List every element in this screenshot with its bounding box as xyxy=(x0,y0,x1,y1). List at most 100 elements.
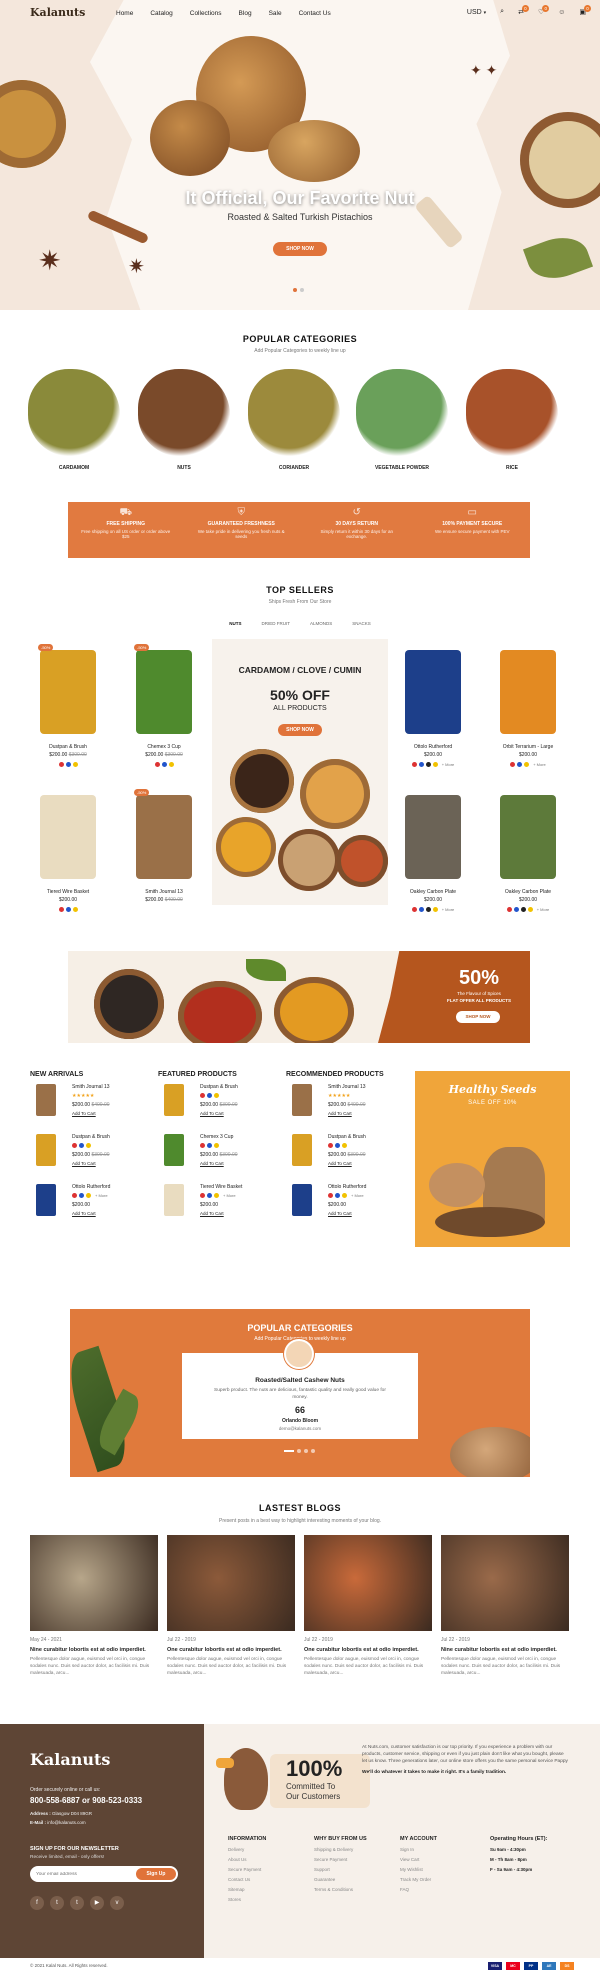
color-swatch[interactable] xyxy=(72,762,78,767)
product-name[interactable]: Orbit Terrarium - Large xyxy=(488,744,568,750)
product-card[interactable]: Ottolo Rutherford $200.00 + More xyxy=(393,642,473,767)
promo-card[interactable]: CARDAMOM / CLOVE / CUMIN 50% OFF ALL PRO… xyxy=(212,639,388,905)
product-name[interactable]: Oakley Carbon Plate xyxy=(488,889,568,895)
footer-link[interactable]: Support xyxy=(314,1867,394,1872)
currency-select[interactable]: USD ▾ xyxy=(467,9,486,16)
color-swatch[interactable] xyxy=(432,907,438,912)
blog-title[interactable]: Nine curabitur lobortis est at odio impe… xyxy=(441,1647,569,1653)
list-item[interactable]: Ottolo Rutherford + More $200.00 Add To Car… xyxy=(286,1182,404,1228)
blog-card[interactable]: Jul 22 - 2019 Nine curabitur lobortis est… xyxy=(441,1535,569,1677)
nav-contact[interactable]: Contact Us xyxy=(299,10,331,17)
footer-link[interactable]: FAQ xyxy=(400,1887,480,1892)
blog-image[interactable] xyxy=(441,1535,569,1631)
nav-collections[interactable]: Collections xyxy=(190,10,222,17)
color-swatch[interactable] xyxy=(200,1143,205,1148)
category-coriander[interactable]: CORIANDER xyxy=(244,369,344,471)
footer-link[interactable]: My Wishlist xyxy=(400,1867,480,1872)
color-swatch[interactable] xyxy=(58,762,64,767)
color-swatch[interactable] xyxy=(207,1093,212,1098)
color-swatch[interactable] xyxy=(432,762,438,767)
add-to-cart-link[interactable]: Add To Cart xyxy=(72,1211,96,1216)
compare-icon[interactable]: ⇄ 0 xyxy=(518,5,529,16)
vimeo-icon[interactable]: v xyxy=(110,1896,124,1910)
add-to-cart-link[interactable]: Add To Cart xyxy=(328,1211,352,1216)
product-name[interactable]: Oakley Carbon Plate xyxy=(393,889,473,895)
color-swatch[interactable] xyxy=(335,1143,340,1148)
color-swatch[interactable] xyxy=(517,762,523,767)
color-swatch[interactable] xyxy=(214,1193,219,1198)
color-swatch[interactable] xyxy=(513,907,519,912)
product-name[interactable]: Dustpan & Brush xyxy=(72,1134,110,1140)
color-swatch[interactable] xyxy=(510,762,516,767)
color-swatch[interactable] xyxy=(342,1193,347,1198)
footer-link[interactable]: Delivery xyxy=(228,1847,308,1852)
search-icon[interactable]: ⌕ xyxy=(500,8,504,16)
spices-banner[interactable]: 50% The Flavour of Spices FLAT OFFER ALL… xyxy=(68,951,530,1043)
more-colors[interactable]: + More xyxy=(533,762,546,767)
color-swatch[interactable] xyxy=(342,1143,347,1148)
color-swatch[interactable] xyxy=(411,762,417,767)
category-vegetable-powder[interactable]: VEGETABLE POWDER xyxy=(352,369,452,471)
slider-dot-active[interactable] xyxy=(293,288,297,292)
product-name[interactable]: Dustpan & Brush xyxy=(200,1084,238,1090)
slider-dot[interactable] xyxy=(300,288,304,292)
tumblr-icon[interactable]: t xyxy=(70,1896,84,1910)
list-item[interactable]: Ottolo Rutherford + More $200.00 Add To Car… xyxy=(30,1182,148,1228)
product-name[interactable]: Smith Journal 13 xyxy=(328,1084,366,1090)
color-swatch[interactable] xyxy=(72,907,78,912)
list-item[interactable]: Dustpan & Brush $200.00 $300.00 Add To Car… xyxy=(286,1132,404,1178)
product-card[interactable]: -50% Chemex 3 Cup $200.00 $300.00 xyxy=(124,642,204,767)
color-swatch[interactable] xyxy=(335,1193,340,1198)
add-to-cart-link[interactable]: Add To Cart xyxy=(72,1161,96,1166)
tab-dried-fruit[interactable]: DRIED FRUIT xyxy=(261,621,290,626)
product-name[interactable]: Smith Journal 13 xyxy=(124,889,204,895)
footer-link[interactable]: Secure Payment xyxy=(314,1857,394,1862)
nav-catalog[interactable]: Catalog xyxy=(150,10,172,17)
color-swatch[interactable] xyxy=(418,762,424,767)
list-item[interactable]: Chemex 3 Cup $200.00 $300.00 Add To Cart xyxy=(158,1132,276,1178)
nav-home[interactable]: Home xyxy=(116,10,133,17)
footer-link[interactable]: Stores xyxy=(228,1897,308,1902)
color-swatch[interactable] xyxy=(72,1193,77,1198)
add-to-cart-link[interactable]: Add To Cart xyxy=(200,1161,224,1166)
color-swatch[interactable] xyxy=(527,907,533,912)
blog-card[interactable]: Jul 22 - 2019 One curabitur lobortis est … xyxy=(167,1535,295,1677)
twitter-icon[interactable]: t xyxy=(50,1896,64,1910)
blog-card[interactable]: May 24 - 2021 Nine curabitur lobortis est… xyxy=(30,1535,158,1677)
footer-link[interactable]: Contact Us xyxy=(228,1877,308,1882)
color-swatch[interactable] xyxy=(425,907,431,912)
nav-blog[interactable]: Blog xyxy=(239,10,252,17)
product-card[interactable]: -50% Smith Journal 13 $200.00 $400.00 xyxy=(124,787,204,903)
footer-link[interactable]: Terms & Conditions xyxy=(314,1887,394,1892)
category-cardamom[interactable]: CARDAMOM xyxy=(24,369,124,471)
banner-shop-button[interactable]: SHOP NOW xyxy=(456,1011,500,1023)
more-colors[interactable]: + More xyxy=(95,1193,108,1198)
site-logo[interactable]: Kalanuts xyxy=(30,6,85,19)
color-swatch[interactable] xyxy=(520,907,526,912)
footer-link[interactable]: About Us xyxy=(228,1857,308,1862)
product-card[interactable]: Oakley Carbon Plate $200.00 + More xyxy=(488,787,568,912)
color-swatch[interactable] xyxy=(79,1193,84,1198)
blog-title[interactable]: Nine curabitur lobortis est at odio impe… xyxy=(30,1647,158,1653)
newsletter-signup-button[interactable]: Sign Up xyxy=(136,1868,176,1880)
blog-image[interactable] xyxy=(30,1535,158,1631)
product-name[interactable]: Dustpan & Brush xyxy=(328,1134,366,1140)
product-card[interactable]: Oakley Carbon Plate $200.00 + More xyxy=(393,787,473,912)
add-to-cart-link[interactable]: Add To Cart xyxy=(328,1161,352,1166)
color-swatch[interactable] xyxy=(200,1093,205,1098)
color-swatch[interactable] xyxy=(86,1193,91,1198)
color-swatch[interactable] xyxy=(328,1143,333,1148)
hero-shop-button[interactable]: SHOP NOW xyxy=(273,242,327,256)
color-swatch[interactable] xyxy=(161,762,167,767)
add-to-cart-link[interactable]: Add To Cart xyxy=(200,1211,224,1216)
tab-almonds[interactable]: ALMONDS xyxy=(310,621,332,626)
product-card[interactable]: -50% Dustpan & Brush $200.00 $300.00 xyxy=(28,642,108,767)
more-colors[interactable]: + More xyxy=(537,907,550,912)
color-swatch[interactable] xyxy=(79,1143,84,1148)
color-swatch[interactable] xyxy=(58,907,64,912)
product-name[interactable]: Tiered Wire Basket xyxy=(28,889,108,895)
color-swatch[interactable] xyxy=(524,762,530,767)
facebook-icon[interactable]: f xyxy=(30,1896,44,1910)
footer-link[interactable]: Sitemap xyxy=(228,1887,308,1892)
more-colors[interactable]: + More xyxy=(442,907,455,912)
